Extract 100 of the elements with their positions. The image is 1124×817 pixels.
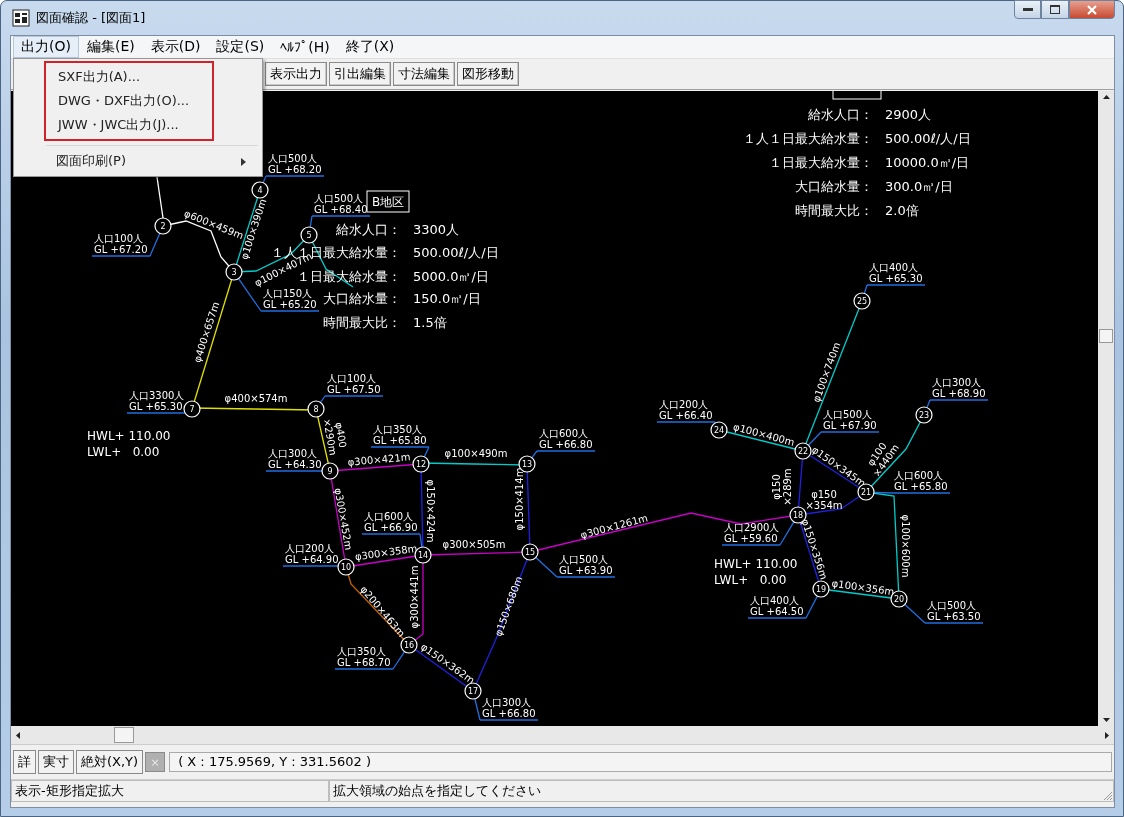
ground-level-label: GL +65.80: [373, 435, 427, 446]
ground-level-label: GL +66.40: [659, 410, 713, 421]
scroll-left-icon[interactable]: [16, 731, 20, 739]
info-key: 給水人口：: [336, 222, 401, 237]
menu-option[interactable]: 図面印刷(P): [16, 149, 241, 174]
info-key: 給水人口：: [808, 107, 873, 122]
population-label: 人口200人: [285, 543, 335, 554]
population-label: 人口100人: [327, 373, 377, 384]
toolbar-button[interactable]: 引出編集: [329, 62, 391, 86]
scroll-up-icon[interactable]: [1102, 95, 1110, 99]
leader-line: [126, 412, 186, 414]
ground-level-label: GL +64.30: [268, 459, 322, 470]
pipe-node: 10: [337, 558, 355, 576]
ground-level-label: GL +68.20: [268, 164, 322, 175]
tool-button[interactable]: 絶対(X,Y): [76, 750, 144, 774]
app-icon: [12, 9, 30, 27]
pipe-node: 17: [464, 682, 482, 700]
info-value: 500.00ℓ/人/日: [413, 245, 499, 260]
pipe-node: 16: [400, 636, 418, 654]
ground-level-label: GL +64.50: [750, 606, 804, 617]
info-value: 500.00ℓ/人/日: [885, 131, 971, 146]
toolbar-button[interactable]: 表示出力: [265, 62, 327, 86]
menu-item[interactable]: 設定(S): [208, 36, 273, 58]
vertical-scrollbar[interactable]: [1098, 91, 1114, 726]
water-level-text: HWL+ 110.00: [714, 557, 798, 571]
ground-level-label: GL +63.50: [927, 611, 981, 622]
population-label: 人口600人: [539, 428, 589, 439]
scroll-thumb[interactable]: [1099, 329, 1113, 343]
pipe-label: φ300×505m: [442, 539, 506, 550]
minimize-button[interactable]: [1014, 0, 1041, 19]
population-label: 人口600人: [364, 511, 414, 522]
ground-level-label: GL +63.90: [559, 565, 613, 576]
pipe-label: φ100×600m: [900, 514, 911, 578]
population-label: 人口400人: [750, 595, 800, 606]
menu-item[interactable]: 編集(E): [78, 36, 143, 58]
population-label: 人口400人: [869, 262, 919, 273]
status-text: 表示-矩形指定拡大: [11, 780, 329, 802]
district-name: B地区: [371, 195, 405, 209]
menu-option[interactable]: JWW・JWC出力(J)...: [46, 113, 212, 137]
population-label: 人口500人: [268, 153, 318, 164]
submenu-arrow-icon: [241, 157, 246, 166]
menu-item[interactable]: 終了(X): [337, 36, 403, 58]
horizontal-scrollbar[interactable]: [11, 726, 1114, 745]
ground-level-label: GL +66.80: [482, 708, 536, 719]
ground-level-label: GL +68.90: [932, 388, 986, 399]
minimize-icon: [1022, 7, 1033, 12]
window-title: 図面確認 - [図面1]: [36, 9, 146, 27]
leader-line: [319, 395, 384, 404]
pipe-node: 15: [521, 543, 539, 561]
pipe-label: φ100×356m: [831, 577, 895, 598]
population-label: 人口350人: [373, 424, 423, 435]
scroll-down-icon[interactable]: [1102, 718, 1110, 722]
resize-grip-icon[interactable]: [1103, 791, 1113, 801]
leader-line: [656, 421, 717, 424]
pipe-node: 4: [251, 181, 269, 199]
pipe-node: 12: [412, 455, 430, 473]
leader-line: [262, 175, 325, 184]
pipe-node: 25: [853, 292, 871, 310]
pipe-node: 19: [812, 580, 830, 598]
pipe-node: 2: [154, 217, 172, 235]
population-label: 人口100人: [94, 233, 144, 244]
close-icon: [1086, 4, 1098, 15]
info-key: 大口給水量：: [795, 179, 873, 194]
pipe-label: φ300×441m: [409, 565, 420, 629]
leader-line: [747, 595, 818, 619]
info-value: 1.5倍: [413, 315, 447, 330]
leader-line: [531, 450, 596, 459]
scroll-thumb[interactable]: [114, 727, 134, 743]
toolbar-button[interactable]: 図形移動: [457, 62, 519, 86]
pipe-node: 8: [307, 400, 325, 418]
ground-level-label: GL +66.90: [364, 522, 418, 533]
close-button[interactable]: [1069, 0, 1115, 19]
menu-item[interactable]: 表示(D): [142, 36, 209, 58]
population-label: 人口500人: [927, 600, 977, 611]
menu-option[interactable]: SXF出力(A)...: [46, 65, 212, 89]
info-value: 10000.0㎥/日: [885, 155, 970, 170]
pipe-label: φ150 ×354m: [805, 488, 843, 511]
leader-line: [474, 698, 539, 721]
scroll-right-icon[interactable]: [1105, 731, 1109, 739]
maximize-button[interactable]: [1041, 0, 1069, 19]
pipe-node: 7: [183, 400, 201, 418]
leader-line: [91, 232, 161, 257]
info-key: １日最大給水量：: [769, 155, 873, 170]
population-label: 人口200人: [659, 399, 709, 410]
info-value: 2900人: [885, 107, 932, 122]
info-key: １人１日最大給水量：: [743, 131, 873, 146]
pipe-node: 24: [710, 421, 728, 439]
menu-item[interactable]: ﾍﾙﾌﾟ(H): [272, 37, 338, 57]
pipe-label: φ150×414m: [514, 467, 525, 531]
menu-item[interactable]: 出力(O): [13, 36, 79, 58]
info-value: 3300人: [413, 222, 460, 237]
tool-button[interactable]: 詳: [13, 750, 36, 774]
pipe-label: φ400 ×290m: [321, 417, 349, 457]
pipe-label: φ100×490m: [444, 448, 508, 459]
menu-option[interactable]: DWG・DXF出力(O)...: [46, 89, 212, 113]
toolbar-button[interactable]: 寸法編集: [393, 62, 455, 86]
tool-button[interactable]: 実寸: [38, 750, 74, 774]
info-key: 大口給水量：: [323, 291, 401, 306]
info-value: 2.0倍: [885, 203, 919, 218]
population-label: 人口300人: [932, 377, 982, 388]
